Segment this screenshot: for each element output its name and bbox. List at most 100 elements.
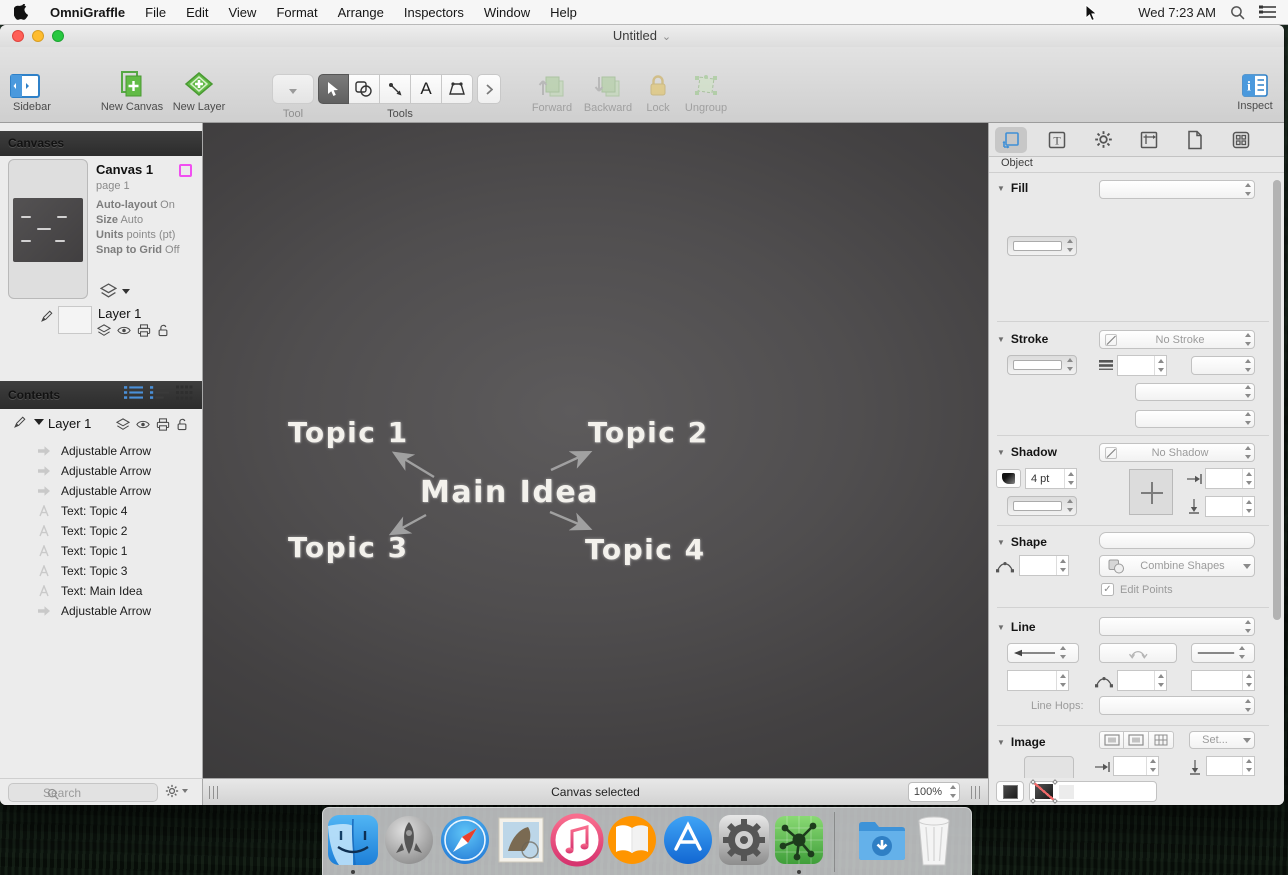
line-tool-button[interactable] xyxy=(380,74,411,104)
list-view-icon[interactable] xyxy=(124,385,143,400)
list-item[interactable]: Adjustable Arrow xyxy=(0,601,202,621)
line-start-size-input[interactable] xyxy=(1007,670,1069,691)
canvases-section-header[interactable]: Canvases xyxy=(0,131,202,156)
spotlight-search-icon[interactable] xyxy=(1230,5,1245,20)
app-store-dock-icon[interactable] xyxy=(661,813,715,867)
mail-dock-icon[interactable] xyxy=(494,813,548,867)
selection-tool-button[interactable] xyxy=(318,74,349,104)
list-item[interactable]: Adjustable Arrow xyxy=(0,481,202,501)
shadow-style-dropdown[interactable]: No Shadow xyxy=(1099,443,1255,462)
list-item[interactable]: Adjustable Arrow xyxy=(0,461,202,481)
shadow-section-header[interactable]: Shadow xyxy=(997,445,1057,459)
itunes-dock-icon[interactable] xyxy=(550,813,604,867)
text-tool-button[interactable]: A xyxy=(411,74,442,104)
image-y-offset-input[interactable] xyxy=(1206,756,1255,776)
image-x-offset-input[interactable] xyxy=(1113,756,1159,776)
shadow-blur-input[interactable]: 4 pt xyxy=(1025,468,1077,489)
shape-section-header[interactable]: Shape xyxy=(997,535,1047,549)
disclosure-triangle-icon[interactable] xyxy=(34,419,44,425)
fill-color-well[interactable] xyxy=(1007,236,1077,256)
menu-file[interactable]: File xyxy=(135,5,176,20)
more-tools-button[interactable] xyxy=(477,74,501,104)
layers-icon[interactable] xyxy=(116,418,130,431)
image-set-dropdown[interactable]: Set... xyxy=(1189,731,1255,749)
line-style-dropdown[interactable] xyxy=(1099,617,1255,636)
canvas-prop-row[interactable]: Size Auto xyxy=(96,213,180,228)
menu-inspectors[interactable]: Inspectors xyxy=(394,5,474,20)
title-bar[interactable]: Untitled xyxy=(0,25,1284,47)
shape-corner-radius-input[interactable] xyxy=(1019,555,1069,576)
line-end-size-input[interactable] xyxy=(1191,670,1255,691)
omnigraffle-dock-icon[interactable] xyxy=(772,813,826,867)
shadow-color-well[interactable] xyxy=(1007,496,1077,516)
system-preferences-dock-icon[interactable] xyxy=(717,813,771,867)
launchpad-dock-icon[interactable] xyxy=(382,813,436,867)
layers-dropdown-button[interactable] xyxy=(100,283,130,299)
list-item[interactable]: Text: Topic 3 xyxy=(0,561,202,581)
menu-omnigraffle[interactable]: OmniGraffle xyxy=(40,5,135,20)
toolbar-ungroup[interactable]: Ungroup xyxy=(678,73,734,114)
stroke-width-input[interactable] xyxy=(1117,355,1167,376)
shape-preset-field[interactable] xyxy=(1099,532,1255,549)
stroke-style-dropdown[interactable]: No Stroke xyxy=(1099,330,1255,349)
print-icon[interactable] xyxy=(156,418,170,431)
pencil-icon[interactable] xyxy=(40,310,53,323)
tool-dropdown-button[interactable] xyxy=(272,74,314,104)
tab-properties-inspector[interactable] xyxy=(1087,127,1119,153)
list-item[interactable]: Text: Topic 4 xyxy=(0,501,202,521)
stroke-pattern-dropdown[interactable] xyxy=(1135,383,1255,401)
toolbar-new-canvas[interactable]: New Canvas xyxy=(98,71,166,113)
canvas-thumbnail[interactable] xyxy=(8,159,88,299)
style-tray[interactable] xyxy=(1029,781,1157,802)
print-icon[interactable] xyxy=(137,324,151,337)
lock-open-icon[interactable] xyxy=(157,323,169,337)
list-item[interactable]: Text: Topic 1 xyxy=(0,541,202,561)
layer-name[interactable]: Layer 1 xyxy=(98,306,141,321)
list-item[interactable]: Text: Main Idea xyxy=(0,581,202,601)
menu-window[interactable]: Window xyxy=(474,5,540,20)
stroke-section-header[interactable]: Stroke xyxy=(997,332,1048,346)
image-fit-button[interactable] xyxy=(1099,731,1124,749)
list-item[interactable]: Adjustable Arrow xyxy=(0,441,202,461)
menu-clock[interactable]: Wed 7:23 AM xyxy=(1138,5,1216,20)
stroke-cap-dropdown[interactable] xyxy=(1135,410,1255,428)
search-field[interactable] xyxy=(8,783,158,802)
layer-row[interactable]: Layer 1 xyxy=(0,306,202,342)
menu-arrange[interactable]: Arrange xyxy=(328,5,394,20)
visibility-eye-icon[interactable] xyxy=(136,419,150,430)
safari-dock-icon[interactable] xyxy=(438,813,492,867)
toolbar-lock[interactable]: Lock xyxy=(640,73,676,114)
menu-edit[interactable]: Edit xyxy=(176,5,218,20)
stroke-color-well[interactable] xyxy=(1007,355,1077,375)
style-swatch-button[interactable] xyxy=(996,781,1024,802)
stroke-corner-dropdown[interactable] xyxy=(1191,356,1255,375)
menu-format[interactable]: Format xyxy=(266,5,327,20)
shadow-shape-button[interactable] xyxy=(996,469,1021,488)
shadow-position-picker[interactable] xyxy=(1129,469,1173,515)
style-chip[interactable] xyxy=(1059,785,1074,799)
notification-center-icon[interactable] xyxy=(1259,5,1276,19)
image-tile-button[interactable] xyxy=(1149,731,1174,749)
title-proxy-chevron-icon[interactable] xyxy=(657,28,671,43)
trash-dock-icon[interactable] xyxy=(911,813,957,867)
selected-style-chip[interactable] xyxy=(1035,784,1053,799)
downloads-dock-icon[interactable] xyxy=(855,813,909,867)
canvas-prop-row[interactable]: Auto-layout On xyxy=(96,198,180,213)
tab-object-inspector[interactable] xyxy=(995,127,1027,153)
sidebar-action-menu-button[interactable] xyxy=(165,784,188,798)
line-end-arrowhead-dropdown[interactable] xyxy=(1191,643,1255,663)
pencil-icon[interactable] xyxy=(13,416,26,429)
line-start-arrowhead-dropdown[interactable] xyxy=(1007,643,1079,663)
lock-open-icon[interactable] xyxy=(176,417,188,431)
menu-view[interactable]: View xyxy=(218,5,266,20)
artboard-tool-button[interactable] xyxy=(442,74,473,104)
image-fill-button[interactable] xyxy=(1124,731,1149,749)
image-section-header[interactable]: Image xyxy=(997,735,1046,749)
line-section-header[interactable]: Line xyxy=(997,620,1036,634)
toolbar-inspect[interactable]: i Inspect xyxy=(1232,74,1278,112)
toolbar-sidebar[interactable]: Sidebar xyxy=(10,74,54,113)
canvas-prop-row[interactable]: Units points (pt) xyxy=(96,228,180,243)
shadow-y-offset-input[interactable] xyxy=(1205,496,1255,517)
menu-help[interactable]: Help xyxy=(540,5,587,20)
contents-layer-name[interactable]: Layer 1 xyxy=(48,416,91,431)
